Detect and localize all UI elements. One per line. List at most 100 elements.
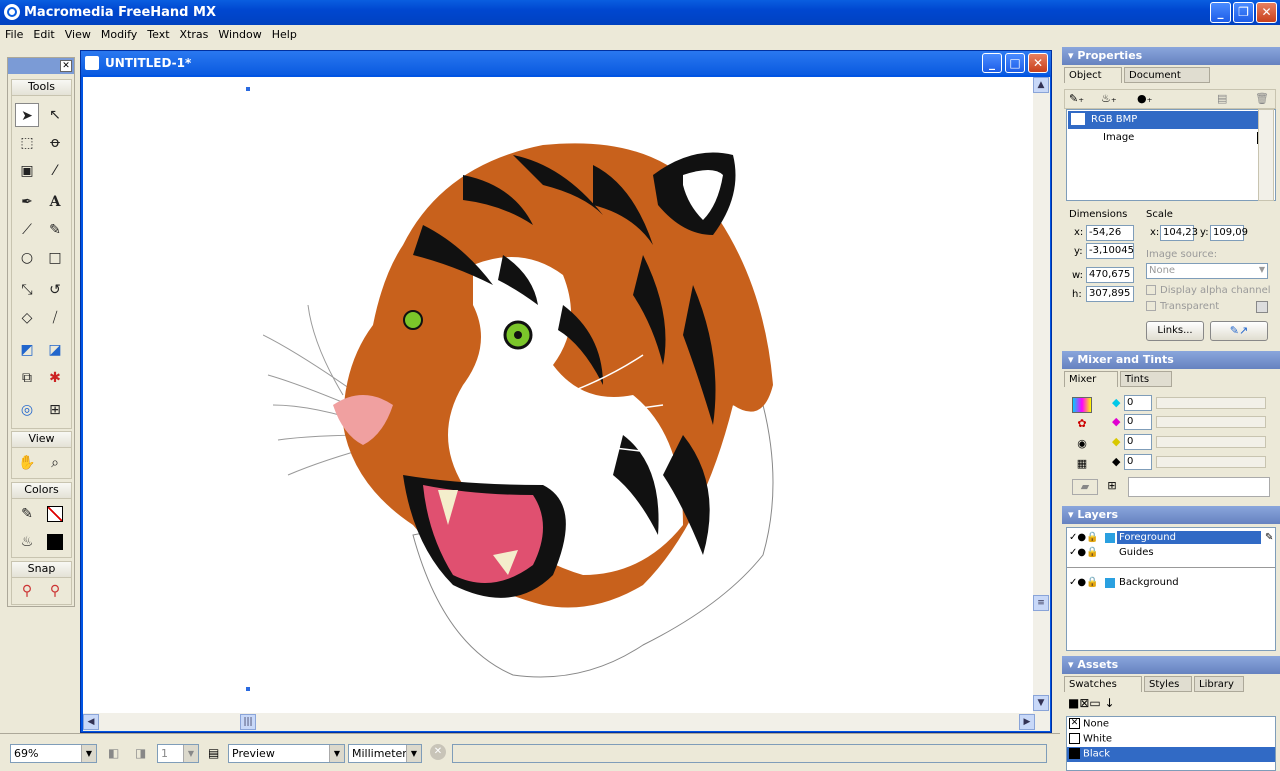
list-item-rgb-bmp[interactable]: RGB BMP: [1068, 111, 1274, 129]
menu-xtras[interactable]: Xtras: [175, 25, 214, 44]
vertical-scrollbar[interactable]: ▲ ≡ ▼: [1033, 77, 1050, 713]
layer-color-swatch[interactable]: [1105, 533, 1115, 543]
cancel-icon[interactable]: ✕: [430, 744, 446, 760]
fill-stroke-icons[interactable]: ■⊠▭ ↓: [1068, 696, 1128, 712]
transparent-checkbox[interactable]: Transparent: [1146, 301, 1219, 312]
zoom-tool-icon[interactable]: ⌕: [43, 451, 67, 475]
black-slider[interactable]: [1156, 456, 1266, 468]
lasso-tool-icon[interactable]: ꝋ: [43, 131, 67, 155]
ellipse-tool-icon[interactable]: ○: [15, 246, 39, 270]
freeform-tool-icon[interactable]: ↺: [43, 278, 67, 302]
edit-image-button[interactable]: ✎↗: [1210, 321, 1268, 341]
layer-name[interactable]: Foreground: [1117, 531, 1261, 544]
scale-tool-icon[interactable]: ⤡: [15, 278, 39, 302]
yellow-slider[interactable]: [1156, 436, 1266, 448]
chart-tool-icon[interactable]: ⊞: [43, 398, 67, 422]
scroll-up-button[interactable]: ▲: [1033, 77, 1049, 93]
pencil-tool-icon[interactable]: ✎: [43, 218, 67, 242]
menu-file[interactable]: File: [0, 25, 28, 44]
envelope-tool-icon[interactable]: ⧉: [15, 366, 39, 390]
page-icon[interactable]: ▤: [208, 746, 219, 760]
hand-tool-icon[interactable]: ✋: [15, 451, 39, 475]
layer-row-foreground[interactable]: ✓●🔒 Foreground ✎: [1067, 531, 1275, 546]
tab-mixer[interactable]: Mixer: [1064, 371, 1118, 387]
layer-color-swatch[interactable]: [1105, 578, 1115, 588]
display-alpha-checkbox[interactable]: Display alpha channel: [1146, 285, 1271, 296]
mixer-header[interactable]: ▾ Mixer and Tints: [1062, 351, 1280, 369]
visible-icon[interactable]: ✓●🔒: [1069, 547, 1099, 558]
menu-modify[interactable]: Modify: [96, 25, 142, 44]
next-page-icon[interactable]: ◨: [135, 746, 146, 760]
list-scrollbar[interactable]: [1258, 109, 1274, 201]
visible-icon[interactable]: ✓●🔒: [1069, 532, 1099, 543]
system-picker-icon[interactable]: ▦: [1072, 457, 1092, 473]
menu-window[interactable]: Window: [213, 25, 266, 44]
tab-styles[interactable]: Styles: [1144, 676, 1192, 692]
properties-header[interactable]: ▾ Properties: [1062, 47, 1280, 65]
swatch-grid-icon[interactable]: ⊞: [1100, 479, 1124, 495]
add-effect-icon[interactable]: ●₊: [1137, 92, 1152, 105]
fill-color-icon[interactable]: ♨: [15, 530, 39, 554]
duplicate-icon[interactable]: ▤: [1217, 92, 1227, 105]
tools-panel-header[interactable]: ✕: [8, 58, 74, 74]
document-title-bar[interactable]: UNTITLED-1* _ □ ✕: [81, 51, 1051, 75]
h-field[interactable]: 307,895: [1086, 286, 1134, 302]
snap-to-guide-icon[interactable]: ⚲: [43, 579, 67, 603]
y-field[interactable]: -3,10045: [1086, 243, 1134, 259]
fill-swatch[interactable]: [43, 530, 67, 554]
layer-row-background[interactable]: ✓●🔒 Background: [1067, 576, 1275, 591]
tab-swatches[interactable]: Swatches: [1064, 676, 1142, 692]
menu-text[interactable]: Text: [142, 25, 174, 44]
eraser-tool-icon[interactable]: ◇: [15, 306, 39, 330]
cyan-field[interactable]: 0: [1124, 395, 1152, 411]
image-source-select[interactable]: None ▼: [1146, 263, 1268, 279]
doc-close-button[interactable]: ✕: [1028, 53, 1048, 73]
view-mode-select[interactable]: Preview ▼: [228, 744, 345, 763]
eyedropper-tool-icon[interactable]: ⁄: [43, 159, 67, 183]
rectangle-tool-icon[interactable]: □: [43, 246, 67, 270]
trace-tool-icon[interactable]: ▣: [15, 159, 39, 183]
scale-x-field[interactable]: 104,23: [1160, 225, 1198, 241]
magenta-field[interactable]: 0: [1124, 414, 1152, 430]
yellow-field[interactable]: 0: [1124, 434, 1152, 450]
selection-handle[interactable]: [246, 87, 250, 91]
restore-button[interactable]: ❐: [1233, 2, 1254, 23]
subselect-tool-icon[interactable]: ↖: [43, 103, 67, 127]
layer-name[interactable]: Guides: [1119, 547, 1154, 558]
line-tool-icon[interactable]: ⟋: [15, 218, 39, 242]
add-to-swatches-icon[interactable]: ▰: [1072, 479, 1098, 495]
hls-mode-icon[interactable]: ◉: [1072, 437, 1092, 453]
links-button[interactable]: Links...: [1146, 321, 1204, 341]
selection-handle[interactable]: [246, 687, 250, 691]
add-fill-icon[interactable]: ♨₊: [1101, 92, 1117, 105]
hscroll-thumb[interactable]: |||: [240, 714, 256, 730]
stroke-swatch[interactable]: [43, 502, 67, 526]
tiger-artwork[interactable]: [263, 105, 803, 685]
menu-help[interactable]: Help: [267, 25, 302, 44]
units-select[interactable]: Millimeters ▼: [348, 744, 422, 763]
doc-maximize-button[interactable]: □: [1005, 53, 1025, 73]
perspective-tool-icon[interactable]: ◩: [15, 338, 39, 362]
snap-to-point-icon[interactable]: ⚲: [15, 579, 39, 603]
tab-tints[interactable]: Tints: [1120, 371, 1172, 387]
connector-tool-icon[interactable]: ◎: [15, 398, 39, 422]
close-icon[interactable]: ✕: [60, 60, 72, 72]
magenta-slider[interactable]: [1156, 416, 1266, 428]
close-button[interactable]: ✕: [1256, 2, 1277, 23]
swatch-black[interactable]: Black: [1067, 747, 1275, 762]
drawing-canvas[interactable]: [83, 77, 1033, 713]
tab-object[interactable]: Object: [1064, 67, 1122, 83]
color-preview-well[interactable]: [1128, 477, 1270, 497]
x-field[interactable]: -54,26: [1086, 225, 1134, 241]
tab-library[interactable]: Library: [1194, 676, 1244, 692]
scale-y-field[interactable]: 109,09: [1210, 225, 1248, 241]
extrude-tool-icon[interactable]: ◪: [43, 338, 67, 362]
page-tool-icon[interactable]: ⬚: [15, 131, 39, 155]
doc-minimize-button[interactable]: _: [982, 53, 1002, 73]
pointer-tool-icon[interactable]: ➤: [15, 103, 39, 127]
page-select[interactable]: 1 ▼: [157, 744, 199, 763]
tab-document[interactable]: Document: [1124, 67, 1210, 83]
properties-list[interactable]: RGB BMP Image: [1066, 109, 1276, 201]
pen-tool-icon[interactable]: ✒: [15, 190, 39, 214]
assets-header[interactable]: ▾ Assets: [1062, 656, 1280, 674]
